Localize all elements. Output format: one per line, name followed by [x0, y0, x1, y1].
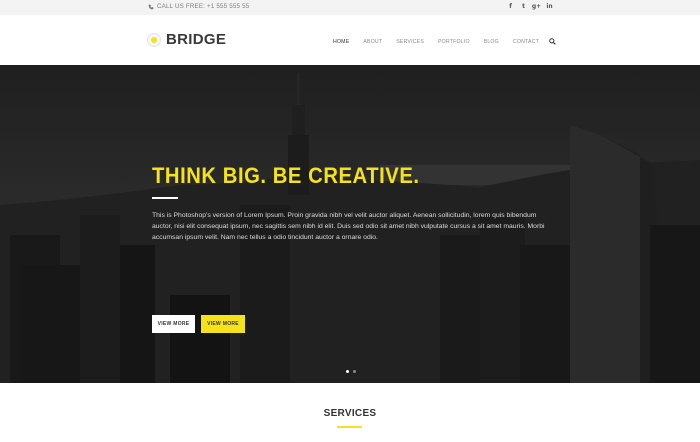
twitter-icon[interactable]: t	[517, 3, 530, 10]
google-plus-icon[interactable]: g+	[530, 3, 543, 10]
slider-pagination	[346, 370, 356, 373]
call-info: CALL US FREE: +1 555 555 55	[148, 3, 249, 10]
nav-home[interactable]: HOME	[333, 39, 349, 45]
services-heading: SERVICES	[323, 408, 377, 419]
main-nav: HOME ABOUT SERVICES PORTFOLIO BLOG CONTA…	[319, 38, 556, 45]
call-label: CALL US FREE: +1 555 555 55	[157, 3, 250, 10]
hero-content: THINK BIG. BE CREATIVE. This is Photosho…	[152, 163, 552, 333]
view-more-button-primary[interactable]: VIEW MORE	[152, 315, 195, 333]
hero-divider	[152, 197, 178, 199]
social-links: f t g+ in	[504, 3, 556, 10]
phone-icon	[148, 4, 154, 9]
hero-title: THINK BIG. BE CREATIVE.	[152, 163, 420, 188]
hero-buttons: VIEW MORE VIEW MORE	[152, 315, 245, 333]
services-divider	[337, 426, 362, 428]
hero-slider: THINK BIG. BE CREATIVE. This is Photosho…	[0, 65, 700, 383]
nav-services[interactable]: SERVICES	[396, 39, 424, 45]
facebook-icon[interactable]: f	[504, 3, 517, 10]
view-more-button-secondary[interactable]: VIEW MORE	[201, 315, 245, 333]
logo-mark-icon	[147, 32, 161, 47]
logo-text: BRIDGE	[166, 31, 227, 48]
hero-text: This is Photoshop's version of Lorem Ips…	[152, 212, 545, 241]
logo[interactable]: BRIDGE	[147, 31, 226, 48]
nav-blog[interactable]: BLOG	[484, 39, 499, 45]
top-bar: CALL US FREE: +1 555 555 55 f t g+ in	[0, 0, 700, 15]
nav-about[interactable]: ABOUT	[363, 39, 382, 45]
linkedin-icon[interactable]: in	[543, 3, 556, 10]
slide-dot-1[interactable]	[346, 370, 349, 373]
search-icon[interactable]	[549, 38, 556, 45]
slide-dot-2[interactable]	[353, 370, 356, 373]
nav-portfolio[interactable]: PORTFOLIO	[438, 39, 470, 45]
nav-contact[interactable]: CONTACT	[513, 39, 539, 45]
site-header: BRIDGE HOME ABOUT SERVICES PORTFOLIO BLO…	[0, 15, 700, 65]
